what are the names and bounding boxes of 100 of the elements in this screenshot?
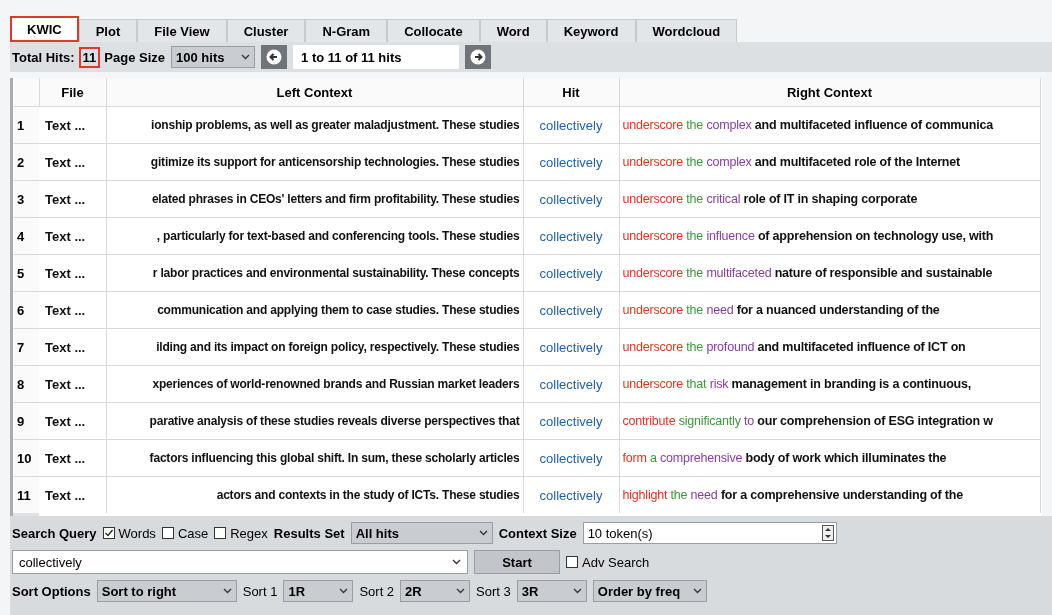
- total-hits-label: Total Hits:: [12, 49, 75, 65]
- left-context-cell: actors and contexts in the study of ICTs. These studies: [106, 476, 523, 513]
- file-cell: Text ...: [39, 180, 106, 218]
- hit-cell: collectively: [523, 180, 619, 218]
- search-query-label: Search Query: [12, 525, 97, 541]
- row-number: 1: [13, 106, 39, 144]
- left-context-cell: ionship problems, as well as greater maladjustment. These studies: [106, 106, 523, 144]
- context-size-label: Context Size: [498, 525, 577, 541]
- sort-level-label: Sort 2: [359, 583, 395, 599]
- tab[interactable]: Cluster: [226, 19, 306, 42]
- checkmark-icon: [103, 528, 114, 538]
- file-cell: Text ...: [39, 217, 106, 255]
- column-header[interactable]: Hit: [523, 78, 619, 107]
- caret-icon: [222, 588, 232, 594]
- right-context-cell: underscore that risk management in branding is a continuous,: [619, 365, 1040, 403]
- right-context-cell: underscore the influence of apprehension on technology use, with: [619, 217, 1040, 255]
- row-number: 10: [13, 439, 39, 477]
- sort-options-label: Sort Options: [12, 583, 91, 599]
- hit-cell: collectively: [523, 402, 619, 440]
- right-context-cell: underscore the critical role of IT in shaping corporate: [619, 180, 1040, 218]
- left-context-cell: , particularly for text-based and conferencing tools. These studies: [106, 217, 523, 255]
- row-number: 5: [13, 254, 39, 292]
- hit-cell: collectively: [523, 291, 619, 329]
- tab[interactable]: File View: [137, 19, 227, 42]
- left-context-cell: xperiences of world-renowned brands and Russian market leaders: [106, 365, 523, 403]
- file-cell: Text ...: [39, 402, 106, 440]
- hit-cell: collectively: [523, 217, 619, 255]
- row-number: 2: [13, 143, 39, 181]
- checkbox[interactable]: Case: [161, 525, 209, 541]
- sort-level-label: Sort 3: [476, 583, 511, 599]
- column-header[interactable]: File: [39, 78, 106, 107]
- checkbox[interactable]: Words: [102, 525, 156, 541]
- caret-icon: [456, 588, 466, 594]
- caret-icon: [692, 588, 702, 594]
- tab[interactable]: Collocate: [387, 19, 480, 42]
- page-size-label: Page Size: [104, 49, 166, 65]
- next-page-button[interactable]: [465, 45, 492, 69]
- file-cell: Text ...: [39, 439, 106, 477]
- right-context-cell: form a comprehensive body of work which illuminates the: [619, 439, 1040, 477]
- file-cell: Text ...: [39, 106, 106, 144]
- hit-cell: collectively: [523, 439, 619, 477]
- arrow-left-icon: [266, 49, 283, 65]
- column-header[interactable]: Left Context: [106, 78, 523, 107]
- page-size-dropdown[interactable]: 100 hits: [171, 46, 256, 68]
- caret-icon: [339, 588, 349, 594]
- left-context-cell: ilding and its impact on foreign policy, respectively. These studies: [106, 328, 523, 366]
- checkbox[interactable]: Regex: [214, 525, 268, 541]
- row-number: 3: [13, 180, 39, 218]
- results-set-label: Results Set: [273, 525, 345, 541]
- checkbox[interactable]: Adv Search: [566, 554, 650, 570]
- right-context-cell: underscore the complex and multifaceted influence of communica: [619, 106, 1040, 144]
- previous-page-button[interactable]: [261, 45, 288, 69]
- file-cell: Text ...: [39, 254, 106, 292]
- results-set-dropdown[interactable]: All hits: [350, 522, 493, 544]
- left-context-cell: parative analysis of these studies reveals diverse perspectives that: [106, 402, 523, 440]
- hit-cell: collectively: [523, 106, 619, 144]
- hit-cell: collectively: [523, 365, 619, 403]
- context-size-spinner[interactable]: 10 token(s): [582, 522, 837, 544]
- sort-level-dropdown[interactable]: 3R: [516, 580, 587, 602]
- column-header[interactable]: Right Context: [619, 78, 1040, 107]
- sort-level-dropdown[interactable]: 2R: [400, 580, 471, 602]
- row-number: 4: [13, 217, 39, 255]
- left-context-cell: r labor practices and environmental sustainability. These concepts: [106, 254, 523, 292]
- row-number: 11: [13, 476, 39, 513]
- right-context-cell: underscore the complex and multifaceted role of the Internet: [619, 143, 1040, 181]
- caret-icon: [452, 559, 461, 565]
- file-cell: Text ...: [39, 143, 106, 181]
- hit-cell: collectively: [523, 328, 619, 366]
- hit-range-field[interactable]: 1 to 11 of 11 hits: [293, 45, 460, 69]
- tab[interactable]: N-Gram: [305, 19, 388, 42]
- caret-icon: [241, 54, 251, 60]
- file-cell: Text ...: [39, 365, 106, 403]
- sort-level-dropdown[interactable]: 1R: [283, 580, 354, 602]
- tab[interactable]: Keyword: [546, 19, 636, 42]
- right-context-cell: highlight the need for a comprehensive understanding of the: [619, 476, 1040, 513]
- left-context-cell: gitimize its support for anticensorship technologies. These studies: [106, 143, 523, 181]
- right-context-cell: underscore the need for a nuanced understanding of the: [619, 291, 1040, 329]
- tab[interactable]: Word: [479, 19, 547, 42]
- file-cell: Text ...: [39, 328, 106, 366]
- right-context-cell: contribute significantly to our comprehension of ESG integration w: [619, 402, 1040, 440]
- file-cell: Text ...: [39, 291, 106, 329]
- right-context-cell: underscore the multifaceted nature of responsible and sustainable: [619, 254, 1040, 292]
- hit-cell: collectively: [523, 254, 619, 292]
- order-dropdown[interactable]: Order by freq: [592, 580, 707, 602]
- right-context-cell: underscore the profound and multifaceted influence of ICT on: [619, 328, 1040, 366]
- tab[interactable]: Wordcloud: [635, 19, 738, 42]
- row-number: 6: [13, 291, 39, 329]
- tab[interactable]: Plot: [78, 19, 138, 42]
- caret-icon: [478, 530, 488, 536]
- arrow-right-icon: [470, 49, 487, 65]
- left-context-cell: factors influencing this global shift. In sum, these scholarly articles: [106, 439, 523, 477]
- tab[interactable]: KWIC: [10, 16, 79, 42]
- search-query-field[interactable]: collectively: [12, 550, 468, 574]
- file-cell: Text ...: [39, 476, 106, 513]
- start-button[interactable]: Start: [474, 550, 560, 574]
- row-number: 7: [13, 328, 39, 366]
- sort-mode-dropdown[interactable]: Sort to right: [96, 580, 237, 602]
- spinner-arrows-icon: [821, 525, 834, 541]
- caret-icon: [572, 588, 582, 594]
- row-number: 8: [13, 365, 39, 403]
